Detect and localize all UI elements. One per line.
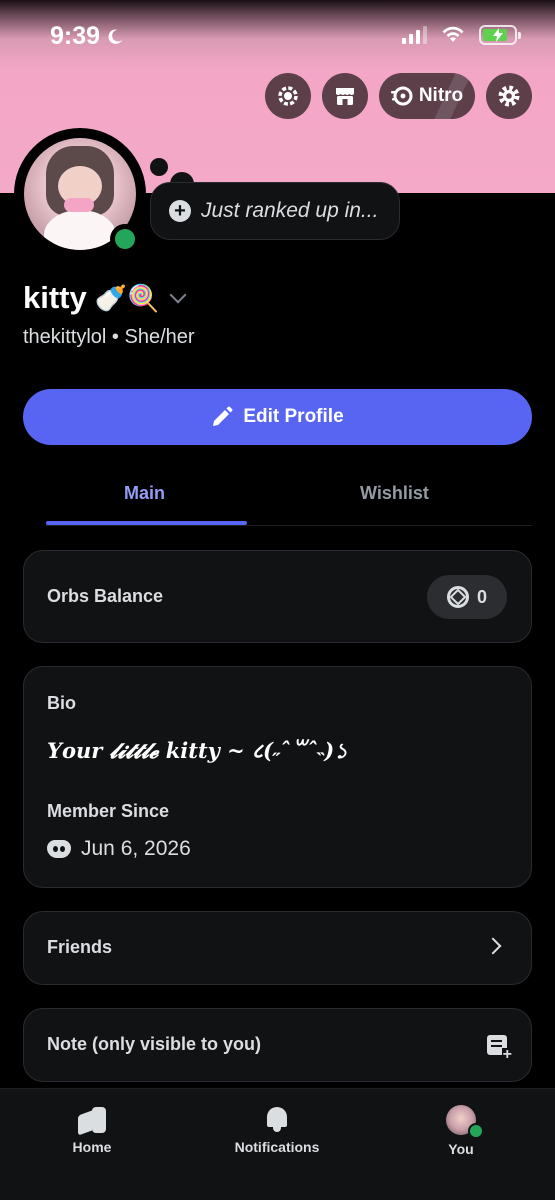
profile-tabs: Main Wishlist bbox=[0, 465, 555, 527]
nitro-button[interactable]: Nitro bbox=[379, 73, 475, 119]
orbs-balance-pill[interactable]: 0 bbox=[427, 575, 507, 619]
online-status-indicator bbox=[468, 1123, 484, 1139]
settings-button[interactable] bbox=[486, 73, 532, 119]
pencil-icon bbox=[213, 406, 233, 426]
friends-card[interactable]: Friends bbox=[23, 911, 532, 985]
nav-you[interactable]: You bbox=[437, 1105, 485, 1157]
bottom-nav: Home Notifications You bbox=[0, 1088, 555, 1200]
shop-button[interactable] bbox=[322, 73, 368, 119]
custom-status-text: Just ranked up in... bbox=[201, 199, 379, 222]
orb-icon bbox=[446, 586, 469, 608]
online-status-indicator bbox=[110, 224, 140, 254]
gear-icon bbox=[498, 85, 520, 107]
edit-profile-label: Edit Profile bbox=[243, 406, 344, 427]
nav-you-label: You bbox=[448, 1141, 474, 1157]
chevron-down-icon bbox=[169, 286, 186, 304]
time-text: 9:39 bbox=[50, 22, 101, 50]
tab-divider bbox=[46, 525, 532, 526]
status-bubble-tail bbox=[150, 158, 168, 176]
discord-icon bbox=[47, 840, 71, 858]
member-since-row: Jun 6, 2026 bbox=[47, 837, 191, 861]
bell-icon bbox=[265, 1105, 289, 1133]
chevron-right-icon bbox=[484, 937, 502, 955]
note-label: Note (only visible to you) bbox=[47, 1034, 262, 1054]
add-note-icon[interactable] bbox=[487, 1035, 513, 1062]
orbs-balance-label: Orbs Balance bbox=[47, 586, 164, 606]
member-since-date: Jun 6, 2026 bbox=[81, 837, 191, 860]
bio-label: Bio bbox=[47, 693, 76, 713]
member-since-label: Member Since bbox=[47, 801, 170, 821]
nitro-icon bbox=[390, 86, 413, 106]
friends-label: Friends bbox=[47, 937, 113, 957]
status-bar: 9:39 bbox=[0, 0, 555, 70]
signal-icon bbox=[402, 26, 427, 44]
status-time: 9:39 bbox=[50, 22, 124, 51]
nav-home[interactable]: Home bbox=[68, 1105, 116, 1155]
bio-text: 𝒀𝒐𝒖𝒓 𝓵𝓲𝓽𝓽𝓵𝓮 𝒌𝒊𝒕𝒕𝒚 ~ ८(˶ˆ꒳ˆ˵)১ bbox=[47, 738, 348, 763]
edit-profile-button[interactable]: Edit Profile bbox=[23, 389, 532, 445]
display-name-row[interactable]: kitty 🍼🍭 bbox=[23, 280, 186, 316]
nav-home-label: Home bbox=[72, 1139, 112, 1155]
note-card[interactable]: Note (only visible to you) bbox=[23, 1008, 532, 1082]
active-tab-indicator bbox=[46, 521, 247, 525]
status-icons bbox=[402, 25, 521, 45]
tab-wishlist[interactable]: Wishlist bbox=[360, 483, 429, 504]
battery-icon bbox=[479, 25, 521, 45]
bio-card: Bio 𝒀𝒐𝒖𝒓 𝓵𝓲𝓽𝓽𝓵𝓮 𝒌𝒊𝒕𝒕𝒚 ~ ८(˶ˆ꒳ˆ˵)১ Member… bbox=[23, 666, 532, 888]
moon-icon bbox=[108, 29, 123, 44]
home-icon bbox=[78, 1105, 106, 1133]
quests-icon bbox=[278, 86, 298, 106]
add-status-icon: + bbox=[169, 200, 191, 222]
nitro-label: Nitro bbox=[418, 85, 464, 106]
custom-status-bubble[interactable]: + Just ranked up in... bbox=[150, 182, 400, 240]
avatar bbox=[446, 1105, 484, 1139]
orbs-balance-value: 0 bbox=[476, 586, 487, 607]
wifi-icon bbox=[442, 26, 464, 42]
nav-notifications[interactable]: Notifications bbox=[226, 1105, 328, 1155]
display-name-emoji: 🍼🍭 bbox=[94, 282, 160, 313]
username-pronouns: thekittylol • She/her bbox=[23, 326, 195, 348]
shop-icon bbox=[336, 88, 354, 105]
orbs-balance-card[interactable]: Orbs Balance 0 bbox=[23, 550, 532, 643]
display-name: kitty bbox=[23, 280, 87, 315]
tab-main[interactable]: Main bbox=[124, 483, 165, 504]
quests-button[interactable] bbox=[265, 73, 311, 119]
nav-notifications-label: Notifications bbox=[234, 1139, 320, 1155]
